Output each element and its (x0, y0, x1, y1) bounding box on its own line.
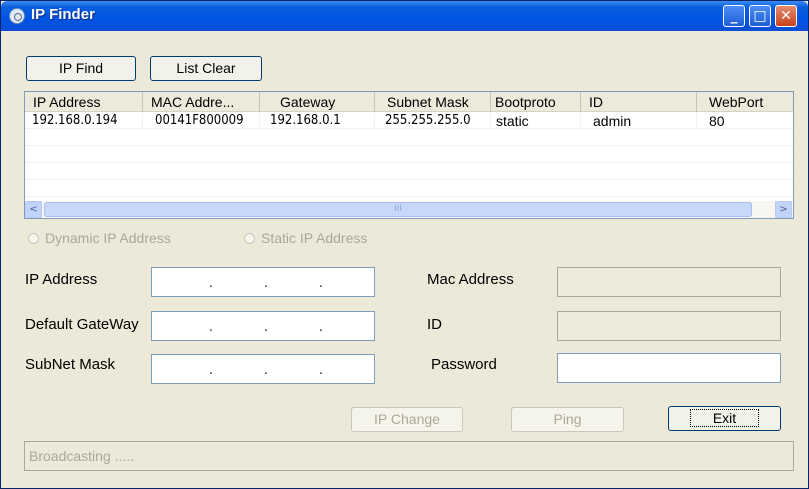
maximize-button[interactable]: □ (749, 5, 771, 27)
radio-circle-icon (244, 233, 255, 244)
table-row[interactable]: 192.168.0.194 00141F800009 192.168.0.1 2… (25, 113, 793, 129)
ip-address-label: IP Address (25, 271, 98, 288)
ip-find-button[interactable]: IP Find (26, 56, 136, 81)
password-label: Password (431, 356, 497, 373)
ip-octet-separator: . (209, 276, 213, 290)
scroll-left-arrow-icon[interactable]: < (25, 201, 42, 218)
ip-octet-separator: . (209, 320, 213, 334)
exit-label: Exit (689, 409, 760, 427)
mac-address-field (557, 267, 781, 297)
minimize-button[interactable]: _ (723, 5, 745, 27)
cell-ip-address: 192.168.0.194 (29, 113, 143, 129)
ping-button[interactable]: Ping (511, 407, 624, 432)
list-clear-button[interactable]: List Clear (150, 56, 262, 81)
ip-octet-separator: . (264, 276, 268, 290)
password-input[interactable] (557, 353, 781, 383)
column-gateway[interactable]: Gateway (260, 92, 375, 112)
status-bar: Broadcasting ..... (24, 441, 794, 471)
ip-octet-separator: . (264, 363, 268, 377)
static-ip-radio[interactable]: Static IP Address (244, 230, 367, 246)
ip-octet-separator: . (319, 276, 323, 290)
cell-mac-address: 00141F800009 (143, 113, 260, 129)
close-button[interactable]: ✕ (775, 5, 797, 27)
scroll-right-arrow-icon[interactable]: > (775, 201, 792, 218)
static-ip-label: Static IP Address (261, 230, 368, 246)
device-list[interactable]: IP Address MAC Addre... Gateway Subnet M… (24, 91, 794, 219)
list-header: IP Address MAC Addre... Gateway Subnet M… (25, 92, 793, 112)
column-ip-address[interactable]: IP Address (25, 92, 143, 112)
column-webport[interactable]: WebPort (697, 92, 793, 112)
column-mac-address[interactable]: MAC Addre... (143, 92, 260, 112)
cell-gateway: 192.168.0.1 (260, 113, 375, 129)
scroll-thumb[interactable]: III (44, 202, 752, 217)
gateway-input[interactable]: . . . (151, 311, 375, 341)
title-bar[interactable]: IP Finder _ □ ✕ (1, 1, 808, 31)
radio-circle-icon (28, 233, 39, 244)
ip-octet-separator: . (319, 320, 323, 334)
cell-id: admin (581, 113, 697, 129)
column-id[interactable]: ID (581, 92, 697, 112)
empty-row (25, 181, 793, 197)
gateway-label: Default GateWay (25, 316, 139, 333)
id-label: ID (427, 316, 442, 333)
column-bootproto[interactable]: Bootproto (491, 92, 581, 112)
cell-webport: 80 (709, 113, 725, 129)
horizontal-scrollbar[interactable]: < III > (25, 201, 793, 218)
mac-address-label: Mac Address (427, 271, 514, 288)
cell-bootproto: static (491, 113, 581, 129)
ip-octet-separator: . (264, 320, 268, 334)
ip-octet-separator: . (209, 363, 213, 377)
subnet-mask-input[interactable]: . . . (151, 354, 375, 384)
dynamic-ip-label: Dynamic IP Address (45, 230, 171, 246)
ip-octet-separator: . (319, 363, 323, 377)
ip-change-button[interactable]: IP Change (351, 407, 463, 432)
subnet-mask-label: SubNet Mask (25, 356, 116, 373)
ip-address-input[interactable]: . . . (151, 267, 375, 297)
dynamic-ip-radio[interactable]: Dynamic IP Address (28, 230, 171, 246)
empty-row (25, 130, 793, 146)
app-icon (9, 8, 25, 24)
exit-button[interactable]: Exit (668, 406, 781, 431)
window-title: IP Finder (31, 6, 95, 23)
ip-finder-window: IP Finder _ □ ✕ IP Find List Clear IP Ad… (0, 0, 809, 489)
empty-row (25, 147, 793, 163)
column-subnet-mask[interactable]: Subnet Mask (375, 92, 491, 112)
id-field (557, 311, 781, 341)
cell-subnet-mask: 255.255.255.0 (375, 113, 491, 129)
empty-row (25, 164, 793, 180)
